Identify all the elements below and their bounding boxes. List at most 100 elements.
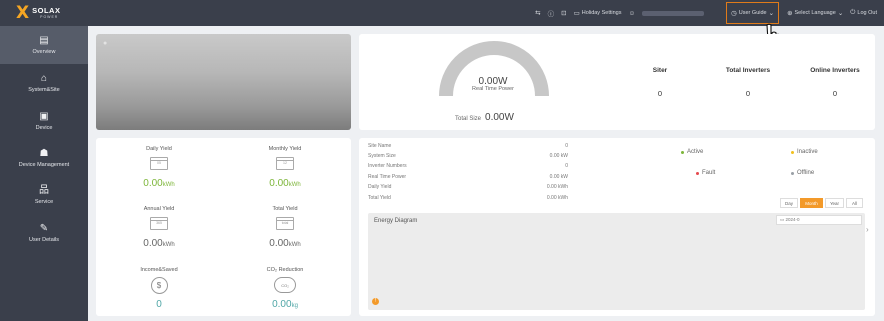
people-icon: ☗: [39, 147, 49, 159]
info-row: Site Name 0: [368, 143, 568, 149]
yield-value: 0.00kg: [224, 299, 346, 310]
user-icon[interactable]: ☺: [628, 10, 635, 17]
logout-button[interactable]: ⏻ Log Out: [850, 9, 877, 17]
chevron-right-icon[interactable]: ›: [866, 225, 869, 234]
info-row: Total Yield 0.00 kWh: [368, 195, 568, 201]
tab-all[interactable]: All: [846, 198, 863, 208]
tab-day[interactable]: Day: [780, 198, 798, 208]
yield-value: 0.00kWh: [98, 178, 220, 189]
status-dot: [681, 150, 684, 154]
yield-value: 0.00kWh: [224, 238, 346, 249]
daily-yield: Daily Yield 05 0.00kWh: [98, 146, 220, 189]
globe-icon: ⊕: [787, 10, 793, 17]
yield-unit: kg: [291, 303, 298, 309]
site-info-card: Site Name 0 System Size 0.00 kW Inverter N…: [359, 138, 875, 316]
calendar-icon: 365: [150, 217, 168, 230]
status-inactive: Inactive: [791, 149, 818, 155]
tab-month[interactable]: Month: [800, 198, 823, 208]
stat-online-inverters: Online Inverters 0: [792, 67, 878, 98]
info-label: Real Time Power: [368, 174, 407, 180]
status-offline: Offline: [791, 170, 814, 176]
site-map[interactable]: ●: [96, 34, 351, 130]
document-icon: ▤: [39, 34, 49, 46]
total-yield: Total Yield total 0.00kWh: [224, 206, 346, 249]
stat-value: 0: [832, 89, 838, 98]
holiday-settings-label: Holiday Settings: [581, 10, 622, 16]
calendar-icon: ▭: [573, 10, 580, 17]
yield-title: Annual Yield: [143, 206, 175, 212]
yield-number: 0.00: [269, 178, 289, 189]
power-summary-card: 0.00W Real Time Power Total Size 0.00W S…: [359, 34, 875, 130]
holiday-settings-link[interactable]: ▭ Holiday Settings: [574, 9, 622, 17]
info-label: Site Name: [368, 143, 392, 149]
stat-siter: Siter 0: [617, 67, 703, 98]
total-size: Total Size 0.00W: [455, 112, 514, 123]
tab-year[interactable]: Year: [825, 198, 844, 208]
user-guide-link[interactable]: ◷ User Guide ⌄: [726, 2, 780, 24]
language-select[interactable]: ⊕ Select Language ⌄: [787, 9, 843, 17]
lock-icon[interactable]: ⊡: [561, 9, 566, 17]
date-value: 2024-0: [785, 217, 800, 222]
sidebar-item-label: System&Site: [28, 86, 60, 93]
annual-yield: Annual Yield 365 0.00kWh: [98, 206, 220, 249]
sidebar-item-device[interactable]: ▣ Device: [0, 102, 88, 140]
stat-value: 0: [745, 89, 751, 98]
status-label: Fault: [702, 170, 716, 176]
calendar-icon: 12: [276, 157, 294, 170]
language-label: Select Language: [794, 10, 836, 16]
sidebar-item-label: Overview: [32, 48, 56, 55]
info-label: Total Yield: [368, 195, 391, 201]
info-value: 0: [565, 143, 568, 149]
yield-card: Daily Yield 05 0.00kWh Monthly Yield 12 …: [96, 138, 351, 316]
sidebar-item-system-site[interactable]: ⌂ System&Site: [0, 64, 88, 102]
chevron-down-icon: ⌄: [768, 10, 775, 17]
yield-value: 0.00kWh: [224, 178, 346, 189]
info-row: Daily Yield 0.00 kWh: [368, 184, 568, 190]
yield-number: 0: [156, 299, 162, 310]
logo-name: SOLAX: [32, 6, 61, 15]
sidebar-item-overview[interactable]: ▤ Overview: [0, 26, 88, 64]
period-selector: Day Month Year All: [780, 198, 863, 208]
sidebar: ▤ Overview ⌂ System&Site ▣ Device ☗ Devi…: [0, 26, 88, 321]
sidebar-item-service[interactable]: 品 Service: [0, 176, 88, 214]
yield-unit: kWh: [288, 182, 301, 188]
status-active: Active: [681, 149, 703, 155]
info-value: 0.00 kWh: [546, 195, 568, 201]
logo: X SOLAX POWER: [0, 0, 88, 26]
energy-diagram: Energy Diagram ▭ 2024-0 !: [368, 213, 865, 310]
info-label: System Size: [368, 153, 396, 159]
status-label: Offline: [797, 170, 815, 176]
sidebar-item-label: Service: [34, 198, 54, 205]
sidebar-item-device-management[interactable]: ☗ Device Management: [0, 140, 88, 176]
co2-reduction: CO₂ Reduction CO₂ 0.00kg: [224, 267, 346, 310]
info-label: Daily Yield: [368, 184, 392, 190]
calendar-icon: 05: [150, 157, 168, 170]
info-label: Inverter Numbers: [368, 163, 407, 169]
real-time-power-label: Real Time Power: [472, 86, 514, 92]
info-row: Real Time Power 0.00 kW: [368, 174, 568, 180]
logo-sub: POWER: [40, 14, 59, 19]
yield-number: 0.00: [143, 238, 163, 249]
info-value: 0.00 kWh: [546, 184, 568, 190]
sidebar-item-user-details[interactable]: ✎ User Details: [0, 214, 88, 252]
yield-value: 0.00kWh: [98, 238, 220, 249]
device-icon: ▣: [39, 110, 49, 122]
translate-icon[interactable]: ⇆: [535, 9, 540, 17]
stat-label: Online Inverters: [810, 67, 860, 74]
stat-label: Total Inverters: [725, 67, 771, 74]
yield-number: 0.00: [143, 178, 163, 189]
monthly-yield: Monthly Yield 12 0.00kWh: [224, 146, 346, 189]
yield-number: 0.00: [269, 238, 289, 249]
yield-title: Total Yield: [272, 206, 298, 212]
info-icon[interactable]: ⓘ: [548, 8, 555, 18]
yield-unit: kWh: [288, 242, 301, 248]
calendar-icon: total: [276, 217, 294, 230]
info-row: Inverter Numbers 0: [368, 163, 568, 169]
date-picker[interactable]: ▭ 2024-0: [776, 215, 862, 225]
income-saved: Income&Saved $ 0: [98, 267, 220, 310]
yield-title: Daily Yield: [146, 146, 172, 152]
yield-title: Income&Saved: [140, 267, 178, 273]
stat-value: 0: [657, 89, 663, 98]
logo-mark: X: [16, 2, 30, 23]
alert-icon[interactable]: !: [372, 298, 379, 305]
